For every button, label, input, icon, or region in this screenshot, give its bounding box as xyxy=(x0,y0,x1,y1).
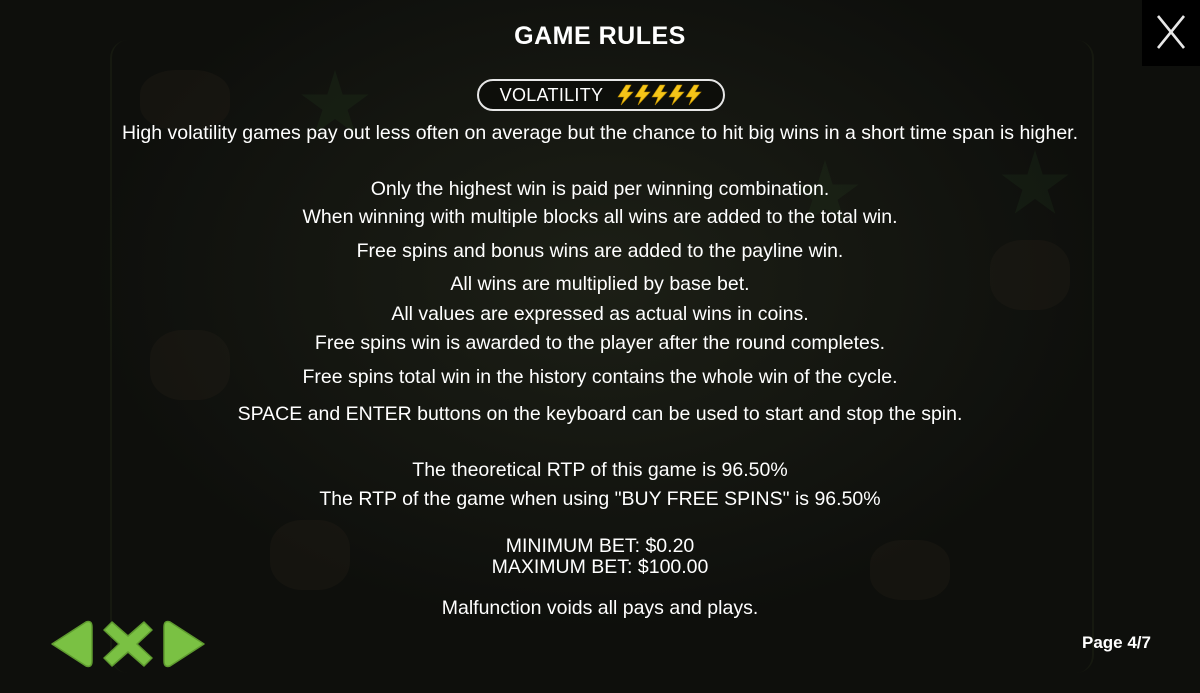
game-rules-screen: GAME RULES VOLATILITY High volatility ga… xyxy=(0,0,1200,693)
close-x-icon[interactable] xyxy=(102,618,154,670)
rtp-buy-free-spins-line: The RTP of the game when using "BUY FREE… xyxy=(319,488,881,510)
rule-line: Free spins win is awarded to the player … xyxy=(314,332,886,354)
lightning-bolt-icon xyxy=(668,84,686,106)
rtp-line: The theoretical RTP of this game is 96.5… xyxy=(412,459,788,481)
volatility-description: High volatility games pay out less often… xyxy=(121,122,1079,144)
lightning-bolt-icon xyxy=(634,84,652,106)
rule-line: Free spins total win in the history cont… xyxy=(302,366,898,388)
lightning-bolt-icon xyxy=(685,84,703,106)
rule-line: Free spins and bonus wins are added to t… xyxy=(356,240,844,262)
volatility-rating xyxy=(617,84,703,106)
arrow-left-icon[interactable] xyxy=(46,618,94,670)
close-icon xyxy=(1156,15,1186,49)
malfunction-notice: Malfunction voids all pays and plays. xyxy=(441,597,759,619)
rule-line: All values are expressed as actual wins … xyxy=(391,303,809,325)
lightning-bolt-icon xyxy=(617,84,635,106)
volatility-badge: VOLATILITY xyxy=(477,79,725,111)
arrow-right-icon[interactable] xyxy=(162,618,210,670)
rule-line: When winning with multiple blocks all wi… xyxy=(302,206,898,228)
page-title: GAME RULES xyxy=(514,22,686,50)
lightning-bolt-icon xyxy=(651,84,669,106)
volatility-label: VOLATILITY xyxy=(499,84,604,105)
close-button[interactable] xyxy=(1142,0,1200,66)
rules-navigation xyxy=(46,618,210,670)
rule-line: SPACE and ENTER buttons on the keyboard … xyxy=(237,403,963,425)
background-candy-symbol xyxy=(140,70,230,130)
rule-line: Only the highest win is paid per winning… xyxy=(370,178,830,200)
page-indicator: Page 4/7 xyxy=(1082,633,1151,652)
rule-line: All wins are multiplied by base bet. xyxy=(450,273,750,295)
maximum-bet: MAXIMUM BET: $100.00 xyxy=(491,556,709,578)
minimum-bet: MINIMUM BET: $0.20 xyxy=(505,535,695,557)
